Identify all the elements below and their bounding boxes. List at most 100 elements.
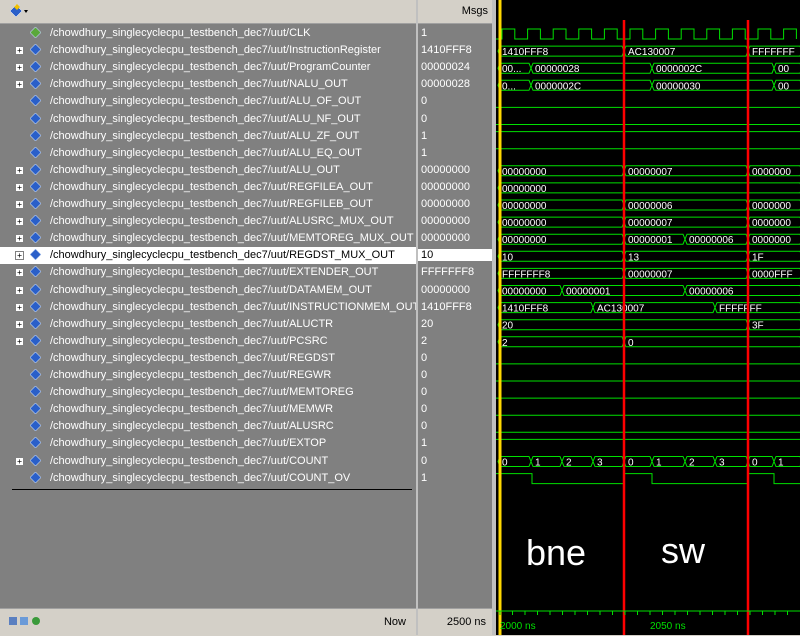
expand-icon[interactable]: +	[15, 46, 24, 56]
expand-icon[interactable]: +	[15, 268, 24, 278]
signal-name: /chowdhury_singlecyclecpu_testbench_dec7…	[50, 129, 360, 142]
signal-name: /chowdhury_singlecyclecpu_testbench_dec7…	[50, 420, 334, 433]
signal-value: 00000000	[421, 198, 470, 210]
signal-value: 1	[421, 27, 428, 39]
count-wave-value: 1	[656, 458, 662, 469]
datamem-wave-value: 00000006	[689, 287, 734, 298]
signal-row[interactable]: /chowdhury_singlecyclecpu_testbench_dec7…	[0, 367, 416, 384]
memtoreg-mux-wave-value: 00000006	[689, 235, 734, 246]
signal-value: 0	[421, 351, 428, 364]
signal-row[interactable]: + /chowdhury_singlecyclecpu_testbench_dec…	[0, 179, 416, 196]
signal-value: 0	[421, 386, 428, 399]
waveform-canvas[interactable]: 1410FFF8 AC130007 FFFFFFF00... 00000028 0000…	[496, 0, 800, 635]
signal-row[interactable]: /chowdhury_singlecyclecpu_testbench_dec7…	[0, 401, 416, 418]
signal-diamond-icon	[30, 129, 41, 141]
expand-icon[interactable]: +	[15, 80, 24, 90]
signal-name: /chowdhury_singlecyclecpu_testbench_dec7…	[50, 163, 340, 176]
signal-row[interactable]: + /chowdhury_singlecyclecpu_testbench_dec…	[0, 316, 416, 333]
expand-icon[interactable]: +	[15, 165, 24, 175]
expand-icon[interactable]: +	[15, 456, 24, 466]
memtoreg-mux-wave-value: 0000000	[752, 235, 791, 246]
count-wave-value: 0	[502, 458, 508, 469]
signal-row[interactable]: /chowdhury_singlecyclecpu_testbench_dec7…	[0, 25, 416, 42]
pcsrc-wave-segment	[497, 336, 625, 348]
signal-value: 1410FFF8	[421, 300, 472, 313]
signal-value: 0	[421, 420, 428, 433]
signal-diamond-icon	[30, 283, 41, 295]
signal-row[interactable]: + /chowdhury_singlecyclecpu_testbench_dec…	[0, 453, 416, 470]
signal-row[interactable]: + /chowdhury_singlecyclecpu_testbench_dec…	[0, 42, 416, 59]
signal-diamond-icon	[30, 180, 41, 192]
signal-diamond-icon	[30, 420, 41, 432]
signal-names-pane: /chowdhury_singlecyclecpu_testbench_dec7…	[0, 0, 419, 636]
regdst-mux-wave-value: 10	[502, 252, 514, 263]
expand-icon[interactable]: +	[15, 182, 24, 192]
signal-value: 1	[421, 437, 428, 450]
signal-row[interactable]: + /chowdhury_singlecyclecpu_testbench_dec…	[0, 247, 416, 265]
signal-row[interactable]: + /chowdhury_singlecyclecpu_testbench_dec…	[0, 333, 416, 350]
signal-name: /chowdhury_singlecyclecpu_testbench_dec7…	[50, 386, 354, 399]
signal-row[interactable]: /chowdhury_singlecyclecpu_testbench_dec7…	[0, 93, 416, 110]
signal-name: /chowdhury_singlecyclecpu_testbench_dec7…	[50, 454, 329, 467]
clk-wave	[496, 28, 797, 40]
signal-diamond-icon	[30, 163, 41, 175]
signal-value: 00000000	[421, 283, 470, 296]
signal-row[interactable]: + /chowdhury_singlecyclecpu_testbench_dec…	[0, 299, 419, 316]
signal-row[interactable]: + /chowdhury_singlecyclecpu_testbench_dec…	[0, 76, 416, 93]
waveform-pane[interactable]: 1410FFF8 AC130007 FFFFFFF 00... 00000028 0000…	[496, 0, 800, 635]
signal-row[interactable]: /chowdhury_singlecyclecpu_testbench_dec7…	[0, 418, 416, 435]
expand-icon[interactable]: +	[15, 251, 24, 261]
count-wave-value: 1	[535, 458, 541, 469]
signal-diamond-icon	[30, 215, 41, 227]
signal-name: /chowdhury_singlecyclecpu_testbench_dec7…	[50, 351, 335, 364]
signal-name: /chowdhury_singlecyclecpu_testbench_dec7…	[50, 232, 414, 245]
signal-row[interactable]: /chowdhury_singlecyclecpu_testbench_dec7…	[0, 470, 416, 487]
signal-row[interactable]: + /chowdhury_singlecyclecpu_testbench_dec…	[0, 196, 416, 213]
signal-row[interactable]: /chowdhury_singlecyclecpu_testbench_dec7…	[0, 350, 416, 367]
count-wave-value: 2	[566, 458, 572, 469]
regdst-mux-wave-value: 13	[628, 252, 640, 263]
expand-icon[interactable]: +	[15, 63, 24, 73]
wave-toolbar-icon[interactable]	[8, 3, 30, 19]
signal-row[interactable]: + /chowdhury_singlecyclecpu_testbench_dec…	[0, 230, 416, 247]
signal-row[interactable]: + /chowdhury_singlecyclecpu_testbench_dec…	[0, 213, 416, 230]
signal-row[interactable]: /chowdhury_singlecyclecpu_testbench_dec7…	[0, 384, 416, 401]
expand-icon[interactable]: +	[15, 336, 24, 346]
signal-value: 0	[421, 454, 428, 467]
signal-value: 1	[421, 129, 428, 142]
datamem-wave-value: 00000000	[502, 287, 547, 298]
alu-out-wave-value: 00000007	[628, 167, 673, 178]
now-label: Now	[383, 616, 406, 628]
signal-diamond-icon	[30, 44, 41, 56]
signal-row[interactable]: /chowdhury_singlecyclecpu_testbench_dec7…	[0, 145, 416, 162]
expand-icon[interactable]: +	[15, 217, 24, 227]
instrmem-wave-value: AC130007	[597, 304, 645, 315]
expand-icon[interactable]: +	[15, 302, 24, 312]
nalu-wave-value: 0000002C	[535, 81, 581, 92]
expand-icon[interactable]: +	[15, 200, 24, 209]
signal-diamond-icon	[30, 334, 41, 346]
footer-icons[interactable]	[8, 615, 48, 627]
signal-name: /chowdhury_singlecyclecpu_testbench_dec7…	[50, 198, 373, 210]
signal-row[interactable]: /chowdhury_singlecyclecpu_testbench_dec7…	[0, 128, 416, 145]
expand-icon[interactable]: +	[15, 234, 24, 244]
signal-name: /chowdhury_singlecyclecpu_testbench_dec7…	[50, 78, 348, 91]
count-wave-value: 3	[597, 458, 603, 469]
signal-row[interactable]: /chowdhury_singlecyclecpu_testbench_dec7…	[0, 435, 416, 452]
signal-row[interactable]: + /chowdhury_singlecyclecpu_testbench_dec…	[0, 282, 416, 299]
signal-diamond-icon	[30, 95, 41, 107]
signal-value: 0	[421, 403, 428, 416]
aluctr-wave-value: 3F	[752, 321, 764, 332]
signal-row[interactable]: + /chowdhury_singlecyclecpu_testbench_dec…	[0, 59, 416, 76]
signal-row[interactable]: + /chowdhury_singlecyclecpu_testbench_dec…	[0, 264, 416, 281]
signal-diamond-icon	[30, 232, 41, 244]
signal-diamond-icon	[30, 249, 41, 261]
signal-row[interactable]: + /chowdhury_singlecyclecpu_testbench_dec…	[0, 162, 416, 179]
values-header: Msgs	[418, 0, 492, 24]
expand-icon[interactable]: +	[15, 319, 24, 329]
signal-diamond-icon	[30, 61, 41, 73]
expand-icon[interactable]: +	[15, 285, 24, 295]
signal-value: 00000000	[421, 163, 470, 176]
annotation-sw: sw	[661, 530, 706, 571]
signal-row[interactable]: /chowdhury_singlecyclecpu_testbench_dec7…	[0, 111, 416, 128]
